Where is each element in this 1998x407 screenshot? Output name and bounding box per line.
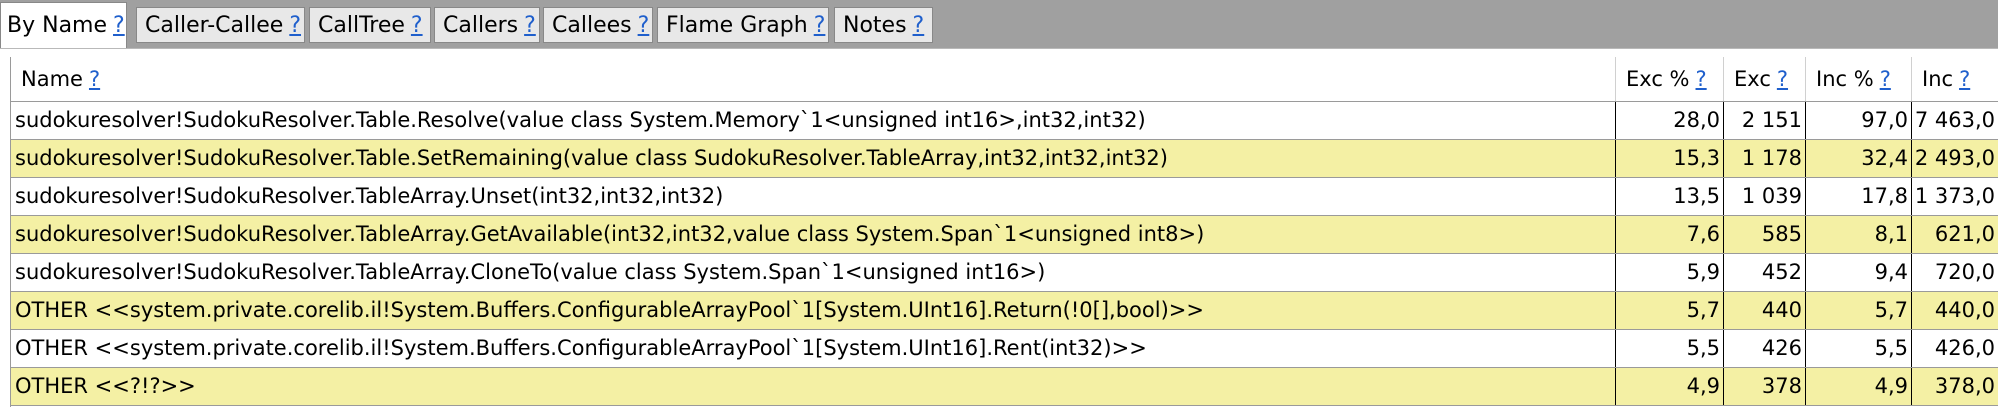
help-link[interactable]: ? [814, 13, 826, 38]
tab-label: Notes [843, 13, 907, 38]
tab-caller-callee[interactable]: Caller-Callee? [136, 7, 305, 43]
cell-exc: 1 039 [1724, 178, 1806, 215]
cell-exc: 452 [1724, 254, 1806, 291]
tab-calltree[interactable]: CallTree? [309, 7, 431, 43]
by-name-panel: Name? Exc %? Exc? Inc %? Inc? sudokureso… [0, 48, 1998, 407]
tab-bar: By Name? Caller-Callee? CallTree? Caller… [0, 0, 1998, 48]
help-link[interactable]: ? [1777, 67, 1788, 91]
cell-inc: 720,0 [1912, 254, 1998, 291]
grid-header: Name? Exc %? Exc? Inc %? Inc? [11, 57, 1998, 102]
cell-inc-pct: 4,9 [1806, 368, 1912, 405]
cell-inc: 7 463,0 [1912, 102, 1998, 139]
table-row[interactable]: sudokuresolver!SudokuResolver.TableArray… [11, 254, 1998, 292]
cell-inc-pct: 8,1 [1806, 216, 1912, 253]
cell-exc-pct: 5,5 [1616, 330, 1724, 367]
cell-exc-pct: 13,5 [1616, 178, 1724, 215]
cell-inc: 440,0 [1912, 292, 1998, 329]
cell-inc: 2 493,0 [1912, 140, 1998, 177]
table-row[interactable]: sudokuresolver!SudokuResolver.Table.Reso… [11, 102, 1998, 140]
table-row[interactable]: OTHER <<?!?>> 4,9 378 4,9 378,0 [11, 368, 1998, 406]
help-link[interactable]: ? [289, 13, 301, 38]
cell-name: OTHER <<system.private.corelib.il!System… [11, 330, 1616, 367]
cell-name: sudokuresolver!SudokuResolver.TableArray… [11, 254, 1616, 291]
column-header-exc[interactable]: Exc? [1724, 57, 1806, 101]
column-header-inc-pct[interactable]: Inc %? [1806, 57, 1912, 101]
cell-inc: 1 373,0 [1912, 178, 1998, 215]
cell-inc-pct: 5,7 [1806, 292, 1912, 329]
help-link[interactable]: ? [89, 67, 100, 91]
cell-name: OTHER <<system.private.corelib.il!System… [11, 292, 1616, 329]
cell-name: sudokuresolver!SudokuResolver.Table.SetR… [11, 140, 1616, 177]
tab-label: By Name [7, 13, 108, 38]
table-row[interactable]: sudokuresolver!SudokuResolver.TableArray… [11, 178, 1998, 216]
cell-inc: 426,0 [1912, 330, 1998, 367]
cell-inc-pct: 17,8 [1806, 178, 1912, 215]
table-row[interactable]: sudokuresolver!SudokuResolver.TableArray… [11, 216, 1998, 254]
cell-inc-pct: 9,4 [1806, 254, 1912, 291]
help-link[interactable]: ? [1696, 67, 1707, 91]
cell-exc-pct: 5,9 [1616, 254, 1724, 291]
table-row[interactable]: OTHER <<system.private.corelib.il!System… [11, 330, 1998, 368]
cell-exc: 585 [1724, 216, 1806, 253]
tab-label: Callers [443, 13, 519, 38]
cell-name: sudokuresolver!SudokuResolver.Table.Reso… [11, 102, 1616, 139]
table-row[interactable]: OTHER <<system.private.corelib.il!System… [11, 292, 1998, 330]
cell-name: OTHER <<?!?>> [11, 368, 1616, 405]
help-link[interactable]: ? [1959, 67, 1970, 91]
help-link[interactable]: ? [524, 13, 536, 38]
tab-flame-graph[interactable]: Flame Graph? [657, 7, 829, 43]
cell-exc: 1 178 [1724, 140, 1806, 177]
help-link[interactable]: ? [638, 13, 650, 38]
column-header-name[interactable]: Name? [11, 57, 1616, 101]
tab-label: CallTree [318, 13, 405, 38]
tab-by-name[interactable]: By Name? [0, 2, 127, 48]
cell-inc-pct: 32,4 [1806, 140, 1912, 177]
cell-inc-pct: 5,5 [1806, 330, 1912, 367]
cell-inc: 621,0 [1912, 216, 1998, 253]
cell-exc-pct: 7,6 [1616, 216, 1724, 253]
cell-name: sudokuresolver!SudokuResolver.TableArray… [11, 178, 1616, 215]
tab-notes[interactable]: Notes? [834, 7, 933, 43]
cell-exc-pct: 15,3 [1616, 140, 1724, 177]
cell-exc: 2 151 [1724, 102, 1806, 139]
column-header-inc[interactable]: Inc? [1912, 57, 1998, 101]
cell-exc: 426 [1724, 330, 1806, 367]
tab-callers[interactable]: Callers? [434, 7, 540, 43]
cell-inc-pct: 97,0 [1806, 102, 1912, 139]
table-row[interactable]: sudokuresolver!SudokuResolver.Table.SetR… [11, 140, 1998, 178]
tab-callees[interactable]: Callees? [543, 7, 653, 43]
help-link[interactable]: ? [411, 13, 423, 38]
by-name-grid: Name? Exc %? Exc? Inc %? Inc? sudokureso… [10, 57, 1998, 407]
cell-exc-pct: 5,7 [1616, 292, 1724, 329]
cell-exc: 440 [1724, 292, 1806, 329]
cell-inc: 378,0 [1912, 368, 1998, 405]
column-header-exc-pct[interactable]: Exc %? [1616, 57, 1724, 101]
cell-exc-pct: 4,9 [1616, 368, 1724, 405]
cell-name: sudokuresolver!SudokuResolver.TableArray… [11, 216, 1616, 253]
cell-exc: 378 [1724, 368, 1806, 405]
help-link[interactable]: ? [1880, 67, 1891, 91]
tab-label: Callees [552, 13, 632, 38]
help-link[interactable]: ? [113, 13, 125, 38]
cell-exc-pct: 28,0 [1616, 102, 1724, 139]
help-link[interactable]: ? [913, 13, 925, 38]
tab-label: Caller-Callee [145, 13, 284, 38]
tab-label: Flame Graph [666, 13, 808, 38]
